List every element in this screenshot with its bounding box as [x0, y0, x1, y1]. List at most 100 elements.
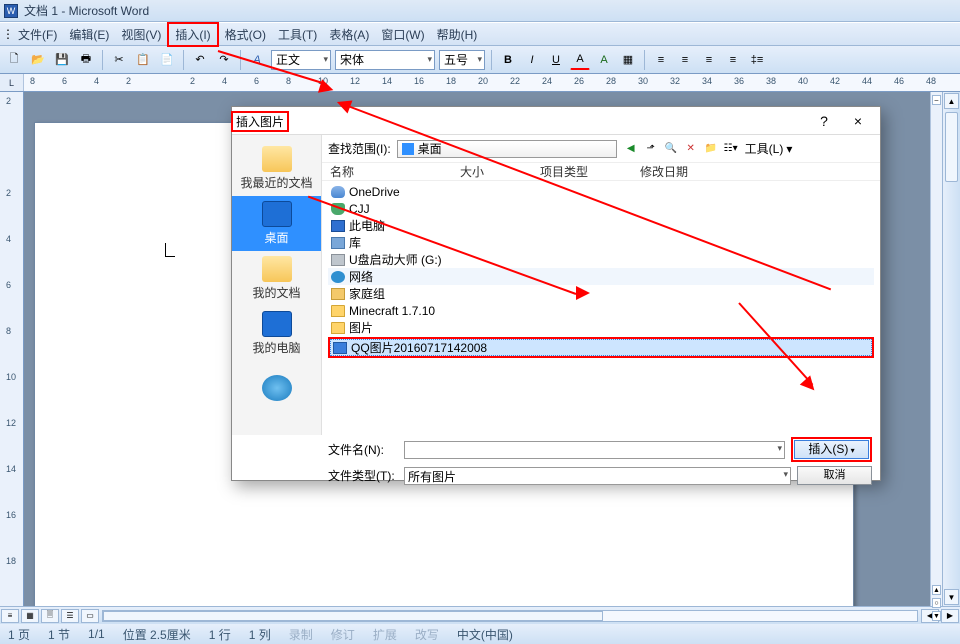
ruler-tick: 4 [94, 76, 99, 86]
lookup-combo[interactable]: 桌面 [397, 140, 617, 158]
save-button[interactable]: 💾 [52, 50, 72, 70]
vertical-ruler[interactable]: 224681012141618 [0, 92, 24, 606]
align-right-button[interactable]: ≡ [699, 50, 719, 70]
place-recent[interactable]: 我最近的文档 [232, 141, 321, 196]
file-list[interactable]: OneDriveCJJ此电脑库U盘启动大师 (G:)网络家庭组Minecraft… [322, 181, 880, 435]
menu-bar: ⋮ 文件(F) 编辑(E) 视图(V) 插入(I) 格式(O) 工具(T) 表格… [0, 22, 960, 46]
ruler-tick: 40 [798, 76, 808, 86]
col-size[interactable]: 大小 [460, 163, 540, 180]
italic-button[interactable]: I [522, 50, 542, 70]
place-network[interactable] [232, 361, 321, 416]
list-item[interactable]: U盘启动大师 (G:) [328, 251, 874, 268]
dialog-titlebar[interactable]: 插入图片 ? × [232, 107, 880, 135]
font-combo[interactable]: 宋体 [335, 50, 435, 70]
insert-button[interactable]: 插入(S) ▾ [794, 440, 869, 459]
new-doc-button[interactable]: 🗋 [4, 50, 24, 70]
dialog-close-button[interactable]: × [844, 113, 872, 129]
status-section: 1 节 [48, 626, 70, 643]
vertical-scrollbar[interactable]: ▲ ▼ [942, 92, 960, 606]
list-item[interactable]: Minecraft 1.7.10 [328, 302, 874, 319]
menu-file[interactable]: 文件(F) [12, 24, 63, 45]
menu-format[interactable]: 格式(O) [219, 24, 272, 45]
hscroll-right-button[interactable]: ▶ [941, 609, 959, 623]
print-layout-view-button[interactable]: 🗏 [41, 609, 59, 623]
list-item[interactable]: 图片 [328, 319, 874, 336]
new-folder-button[interactable]: 📁 [703, 141, 719, 157]
align-center-button[interactable]: ≡ [675, 50, 695, 70]
horizontal-ruler[interactable]: 8642246810121416182022242628303234363840… [24, 74, 960, 91]
align-left-button[interactable]: ≡ [651, 50, 671, 70]
scroll-down-button[interactable]: ▼ [944, 589, 959, 605]
lookup-bar: 查找范围(I): 桌面 ◀ ⬏ 🔍 ✕ 📁 ☷▾ 工具(L)▾ [322, 135, 880, 163]
ruler-tick: 26 [574, 76, 584, 86]
browse-up[interactable]: ▲ [932, 585, 941, 595]
cut-button[interactable]: ✂ [109, 50, 129, 70]
scroll-thumb[interactable] [945, 112, 958, 182]
col-modified[interactable]: 修改日期 [640, 163, 730, 180]
delete-button[interactable]: ✕ [683, 141, 699, 157]
underline-button[interactable]: U [546, 50, 566, 70]
col-name[interactable]: 名称 [330, 163, 460, 180]
reading-view-button[interactable]: ▭ [81, 609, 99, 623]
font-size-combo[interactable]: 五号 [439, 50, 485, 70]
paste-button[interactable]: 📄 [157, 50, 177, 70]
undo-button[interactable]: ↶ [190, 50, 210, 70]
font-color-button[interactable]: A [570, 50, 590, 70]
align-justify-button[interactable]: ≡ [723, 50, 743, 70]
line-spacing-button[interactable]: ‡≡ [747, 50, 767, 70]
recent-docs-icon [262, 146, 292, 172]
col-type[interactable]: 项目类型 [540, 163, 640, 180]
horizontal-scrollbar[interactable]: ≡ ▦ 🗏 ☰ ▭ ◀ ▶ [0, 606, 960, 624]
menu-insert[interactable]: 插入(I) [167, 22, 218, 47]
dialog-help-button[interactable]: ? [810, 113, 838, 129]
document-workspace: 224681012141618 – ▲ ○ ▼ ▲ ▼ 插入图片 ? × 我最近… [0, 92, 960, 606]
copy-button[interactable]: 📋 [133, 50, 153, 70]
list-item[interactable]: OneDrive [328, 183, 874, 200]
file-list-header[interactable]: 名称 大小 项目类型 修改日期 [322, 163, 880, 181]
list-item[interactable]: 此电脑 [328, 217, 874, 234]
standard-toolbar: 🗋 📂 💾 🖶 ✂ 📋 📄 ↶ ↷ A 正文 宋体 五号 B I U A A ▦… [0, 46, 960, 74]
web-view-button[interactable]: ▦ [21, 609, 39, 623]
filename-input[interactable] [404, 441, 785, 459]
list-item[interactable]: 家庭组 [328, 285, 874, 302]
browse-object[interactable]: ○ [932, 598, 941, 608]
insert-picture-dialog: 插入图片 ? × 我最近的文档 桌面 我的文档 [231, 106, 881, 481]
filetype-combo[interactable]: 所有图片 [404, 467, 791, 485]
menu-tools[interactable]: 工具(T) [272, 24, 323, 45]
open-button[interactable]: 📂 [28, 50, 48, 70]
print-button[interactable]: 🖶 [76, 50, 96, 70]
highlight-button[interactable]: A [594, 50, 614, 70]
search-web-button[interactable]: 🔍 [663, 141, 679, 157]
list-item[interactable]: 库 [328, 234, 874, 251]
list-item[interactable]: 网络 [328, 268, 874, 285]
bold-button[interactable]: B [498, 50, 518, 70]
menu-view[interactable]: 视图(V) [115, 24, 167, 45]
cancel-button[interactable]: 取消 [797, 466, 872, 485]
style-combo[interactable]: 正文 [271, 50, 331, 70]
scroll-up-button[interactable]: ▲ [944, 93, 959, 109]
tools-menu[interactable]: 工具(L)▾ [745, 140, 793, 157]
list-item[interactable]: QQ图片20160717142008 [330, 339, 872, 356]
back-button[interactable]: ◀ [623, 141, 639, 157]
menu-table[interactable]: 表格(A) [323, 24, 375, 45]
up-one-level-button[interactable]: ⬏ [643, 141, 659, 157]
pc-icon [331, 220, 345, 232]
normal-view-button[interactable]: ≡ [1, 609, 19, 623]
browse-down[interactable]: ▼ [932, 611, 941, 621]
outline-view-button[interactable]: ☰ [61, 609, 79, 623]
hscroll-thumb[interactable] [103, 611, 603, 621]
menu-window[interactable]: 窗口(W) [375, 24, 430, 45]
status-rev: 修订 [331, 626, 355, 643]
place-desktop[interactable]: 桌面 [232, 196, 321, 251]
border-button[interactable]: ▦ [618, 50, 638, 70]
place-mydocs[interactable]: 我的文档 [232, 251, 321, 306]
place-mycomputer[interactable]: 我的电脑 [232, 306, 321, 361]
status-col: 1 列 [249, 626, 271, 643]
vruler-tick: 2 [6, 96, 11, 106]
file-name: QQ图片20160717142008 [351, 339, 487, 356]
menu-edit[interactable]: 编辑(E) [63, 24, 115, 45]
vruler-tick: 10 [6, 372, 16, 382]
split-handle[interactable]: – [932, 95, 941, 105]
views-button[interactable]: ☷▾ [723, 141, 739, 157]
menu-help[interactable]: 帮助(H) [431, 24, 484, 45]
